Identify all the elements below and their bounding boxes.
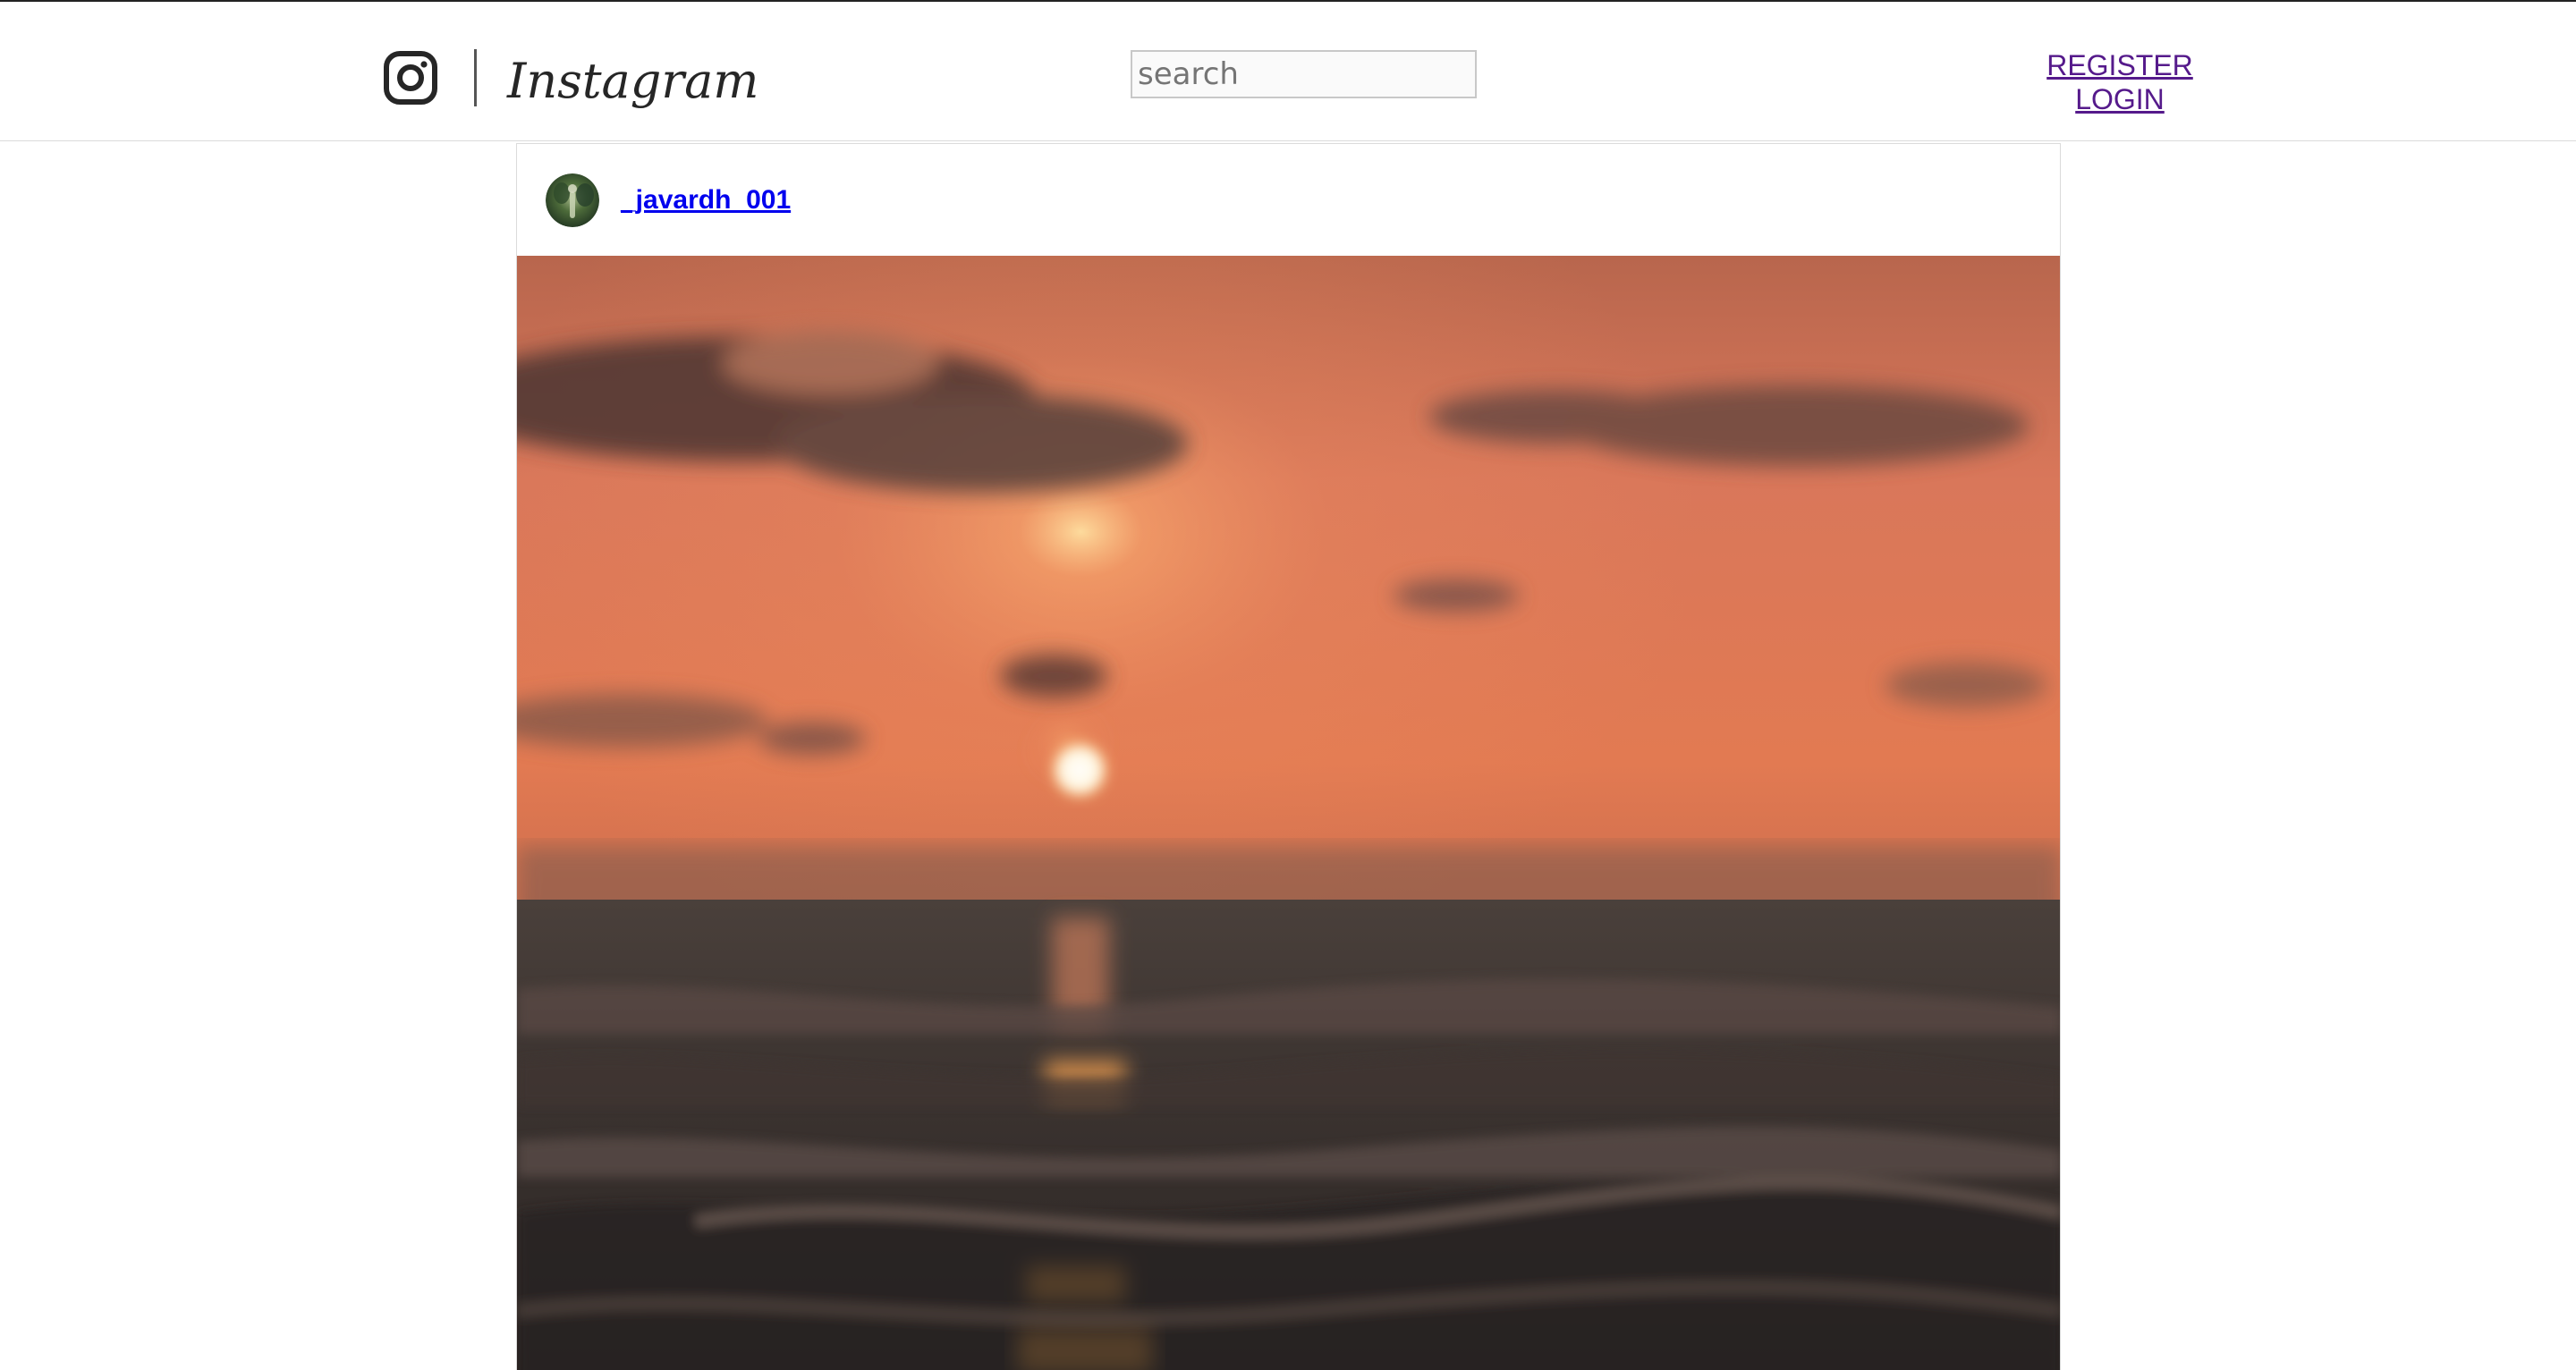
auth-links: REGISTER LOGIN [2021, 48, 2218, 116]
search-input[interactable] [1131, 50, 1477, 98]
page: Instagram REGISTER LOGIN [0, 0, 2576, 1370]
brand-logo[interactable]: Instagram [383, 47, 759, 109]
register-link[interactable]: REGISTER [2021, 48, 2218, 82]
post-header: _javardh_001 [517, 144, 2060, 256]
post-username-link[interactable]: _javardh_001 [621, 185, 791, 216]
logo-divider [474, 49, 477, 106]
post-card: _javardh_001 [516, 143, 2061, 1370]
login-link[interactable]: LOGIN [2021, 82, 2218, 116]
top-navbar: Instagram REGISTER LOGIN [0, 2, 2576, 141]
instagram-wordmark: Instagram [507, 53, 759, 109]
post-photo[interactable] [517, 256, 2061, 1370]
avatar[interactable] [546, 173, 599, 227]
instagram-camera-icon [384, 51, 437, 105]
